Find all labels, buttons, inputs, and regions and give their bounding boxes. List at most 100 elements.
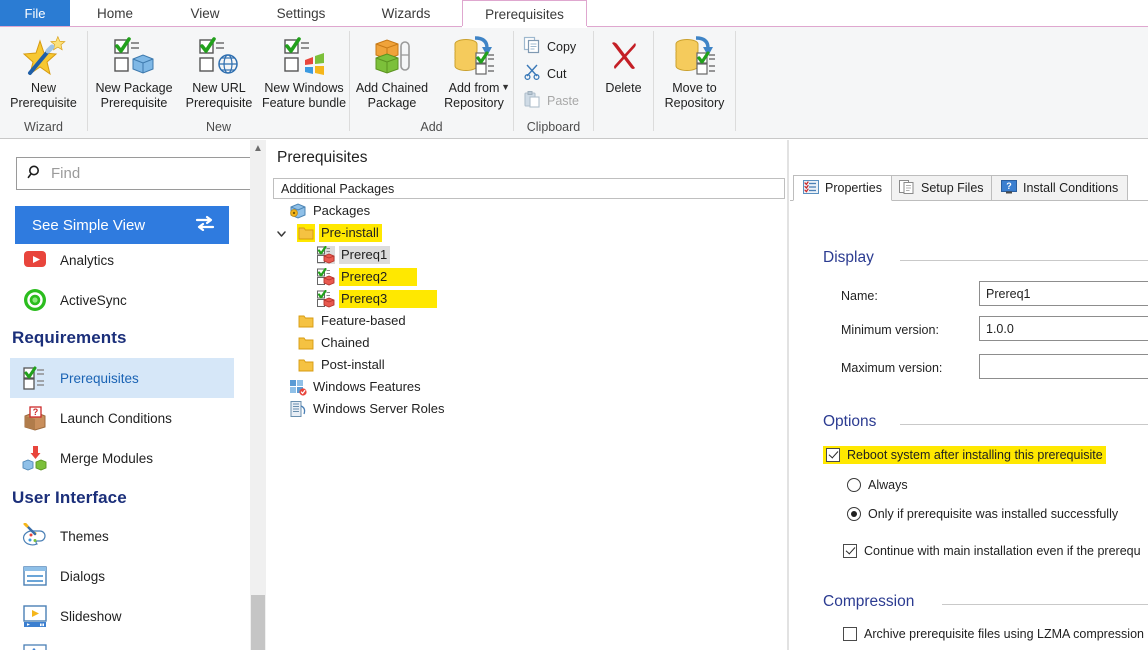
continue-installation-checkbox-row[interactable]: Continue with main installation even if … xyxy=(843,544,1141,558)
tab-settings[interactable]: Settings xyxy=(250,0,352,27)
tab-wizards[interactable]: Wizards xyxy=(352,0,460,27)
tree-label-prereq2: Prereq2 xyxy=(339,268,417,286)
additional-packages-header: Additional Packages xyxy=(273,178,785,199)
new-package-prerequisite-label: New Package Prerequisite xyxy=(95,81,172,111)
sidebar-item-prerequisites[interactable]: Prerequisites xyxy=(10,358,234,398)
new-package-prerequisite-button[interactable]: New Package Prerequisite xyxy=(90,31,178,111)
tab-properties[interactable]: Properties xyxy=(793,175,892,201)
maximum-version-field[interactable] xyxy=(979,354,1148,379)
add-chained-package-button[interactable]: Add Chained Package xyxy=(350,31,434,111)
tree-row-post-install[interactable]: Post-install xyxy=(273,354,785,376)
tab-file[interactable]: File xyxy=(0,0,70,27)
sidebar-item-partial[interactable]: A xyxy=(10,636,234,650)
folder-icon xyxy=(297,356,315,374)
sidebar-item-themes[interactable]: Themes xyxy=(10,516,234,556)
sidebar-item-merge-modules[interactable]: Merge Modules xyxy=(10,438,234,478)
scrollbar-thumb[interactable] xyxy=(251,595,265,650)
name-field[interactable]: Prereq1 xyxy=(979,281,1148,306)
url-prerequisite-icon xyxy=(196,35,242,77)
folder-icon xyxy=(297,224,315,242)
scroll-up-arrow-icon[interactable]: ▲ xyxy=(250,140,266,157)
reboot-system-checkbox[interactable] xyxy=(826,448,840,462)
minimum-version-field[interactable]: 1.0.0 xyxy=(979,316,1148,341)
wizard-star-icon xyxy=(22,35,66,77)
tree-row-windows-features[interactable]: Windows Features xyxy=(273,376,785,398)
new-windows-feature-bundle-button[interactable]: New Windows Feature bundle xyxy=(260,31,348,111)
ribbon-group-add-label: Add xyxy=(350,119,513,135)
cut-button[interactable]: Cut xyxy=(523,63,566,84)
reboot-system-checkbox-row[interactable]: Reboot system after installing this prer… xyxy=(823,446,1106,464)
sidebar-item-prerequisites-label: Prerequisites xyxy=(60,371,139,386)
chevron-down-icon[interactable] xyxy=(273,228,289,239)
prereq-package-icon xyxy=(317,268,335,286)
add-from-repository-button[interactable]: Add from Repository ▼ xyxy=(434,31,514,111)
package-prerequisite-icon xyxy=(111,35,157,77)
sidebar-item-analytics[interactable]: Analytics xyxy=(10,240,234,280)
reboot-only-if-radio[interactable] xyxy=(847,507,861,521)
sidebar-item-merge-modules-label: Merge Modules xyxy=(60,451,153,466)
sidebar-scrollbar[interactable]: ▲ xyxy=(250,140,266,650)
tree-row-prereq3[interactable]: Prereq3 xyxy=(273,288,785,310)
tree-row-packages[interactable]: Packages xyxy=(273,200,785,222)
copy-button[interactable]: Copy xyxy=(523,36,576,57)
tab-setup-files[interactable]: Setup Files xyxy=(889,175,994,201)
paste-label: Paste xyxy=(547,94,579,108)
new-url-prerequisite-button[interactable]: New URL Prerequisite xyxy=(178,31,260,111)
tree-row-feature-based[interactable]: Feature-based xyxy=(273,310,785,332)
tree-row-windows-server-roles[interactable]: Windows Server Roles xyxy=(273,398,785,420)
delete-button[interactable]: Delete xyxy=(594,31,653,96)
sidebar-item-dialogs-label: Dialogs xyxy=(60,569,105,584)
tab-setup-files-label: Setup Files xyxy=(921,181,984,195)
additional-packages-label: Additional Packages xyxy=(281,182,394,196)
delete-label: Delete xyxy=(605,81,641,96)
minimum-version-value: 1.0.0 xyxy=(986,322,1014,336)
tree-label-prereq3: Prereq3 xyxy=(339,290,437,308)
new-prerequisite-button[interactable]: New Prerequisite xyxy=(0,31,87,111)
sidebar-item-themes-label: Themes xyxy=(60,529,109,544)
compression-section-rule xyxy=(942,604,1148,605)
tab-home-label: Home xyxy=(97,6,133,21)
tree-row-prereq2[interactable]: Prereq2 xyxy=(273,266,785,288)
tab-settings-label: Settings xyxy=(277,6,326,21)
search-input-overlay[interactable]: Find xyxy=(16,157,250,190)
tree-row-prereq1[interactable]: Prereq1 xyxy=(273,244,785,266)
sidebar-item-slideshow-label: Slideshow xyxy=(60,609,122,624)
see-simple-view-label-overlay: See Simple View xyxy=(32,217,145,234)
tree-row-chained[interactable]: Chained xyxy=(273,332,785,354)
tab-home[interactable]: Home xyxy=(70,0,160,27)
archive-lzma-label: Archive prerequisite files using LZMA co… xyxy=(864,627,1144,641)
archive-lzma-checkbox[interactable] xyxy=(843,627,857,641)
sidebar-item-launch-conditions[interactable]: ? Launch Conditions xyxy=(10,398,234,438)
sidebar-item-activesync-label: ActiveSync xyxy=(60,293,127,308)
tab-prerequisites[interactable]: Prerequisites xyxy=(462,0,587,27)
tree-label-packages: Packages xyxy=(311,202,373,220)
continue-installation-checkbox[interactable] xyxy=(843,544,857,558)
tree-label-pre-install: Pre-install xyxy=(319,224,382,242)
paste-button[interactable]: Paste xyxy=(523,90,579,111)
name-field-label: Name: xyxy=(841,289,878,303)
tree-row-pre-install[interactable]: Pre-install xyxy=(273,222,785,244)
sidebar-item-slideshow[interactable]: Slideshow xyxy=(10,596,234,636)
copy-icon xyxy=(523,36,541,57)
left-sidebar: Find See Simple View Analytics xyxy=(0,140,250,650)
tab-file-label: File xyxy=(25,6,46,21)
reboot-only-if-radio-row[interactable]: Only if prerequisite was installed succe… xyxy=(847,507,1118,521)
tab-prerequisites-label: Prerequisites xyxy=(485,7,564,22)
reboot-always-radio-row[interactable]: Always xyxy=(847,478,908,492)
properties-icon xyxy=(803,180,819,197)
ribbon-group-clipboard: Copy Cut xyxy=(514,27,594,138)
chevron-down-icon[interactable]: ▼ xyxy=(501,82,510,92)
see-simple-view-button-overlay[interactable]: See Simple View xyxy=(15,206,229,244)
tab-view[interactable]: View xyxy=(160,0,250,27)
reboot-always-radio[interactable] xyxy=(847,478,861,492)
sidebar-item-dialogs[interactable]: Dialogs xyxy=(10,556,234,596)
prereq-package-icon xyxy=(317,246,335,264)
archive-lzma-checkbox-row[interactable]: Archive prerequisite files using LZMA co… xyxy=(843,627,1144,641)
tab-install-conditions[interactable]: ? Install Conditions xyxy=(991,175,1128,201)
sidebar-item-activesync[interactable]: ActiveSync xyxy=(10,280,234,320)
display-section-heading: Display xyxy=(823,249,874,267)
minimum-version-label: Minimum version: xyxy=(841,323,939,337)
ribbon-group-move: Move to Repository xyxy=(654,27,736,138)
move-to-repository-button[interactable]: Move to Repository xyxy=(654,31,735,111)
prereq-package-icon xyxy=(317,290,335,308)
